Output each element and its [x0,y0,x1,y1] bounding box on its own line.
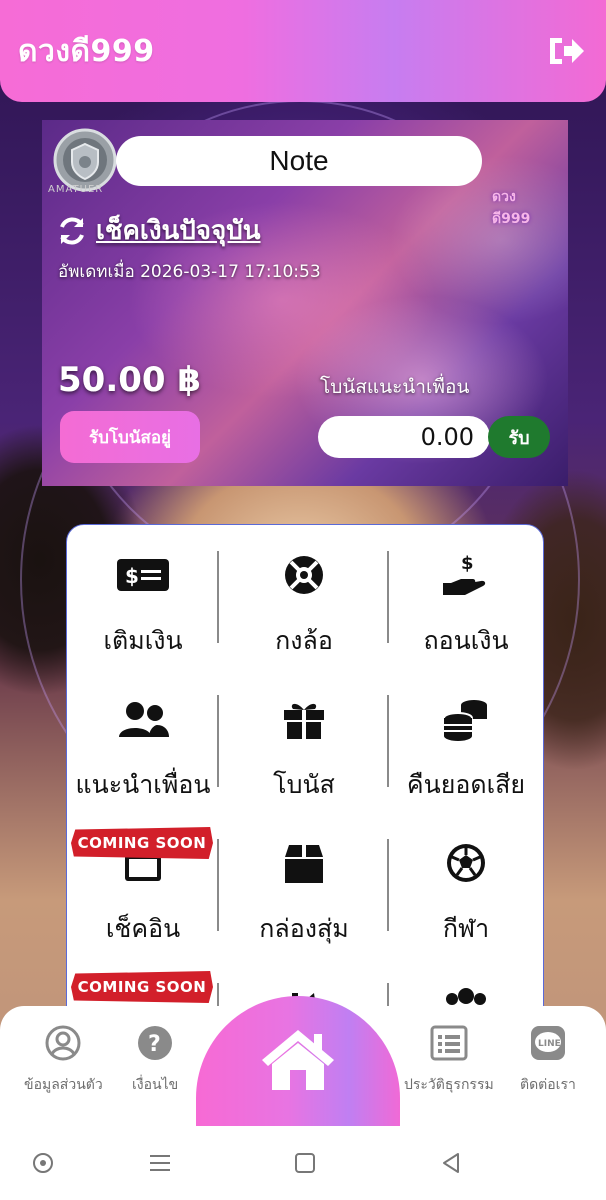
list-alt-icon [430,1025,468,1061]
nav-terms[interactable]: ? เงื่อนไข [132,1024,178,1096]
claim-bonus-button[interactable]: รับโบนัสอยู่ [60,411,200,463]
home-icon [262,1030,334,1090]
check-balance-link[interactable]: เช็คเงินปัจจุบัน [56,210,261,251]
nav-contact-label: ติดต่อเรา [520,1077,576,1093]
assistant-button-icon[interactable] [32,1152,54,1174]
menu-item-label: กล่องสุ่ม [259,914,349,943]
menu-grid: $ เติมเงิน กงล้อ $ ถอนเงิน แนะนำเพื่อน โ… [67,531,543,1043]
wallet-card: AMATUER Note ดวงดี999 เช็คเงินปัจจุบัน อ… [42,120,568,486]
menu-item-label: กีฬา [442,914,490,943]
menu-item-checkin[interactable]: COMING SOON เช็คอิน [67,819,219,963]
menu-item-label: กงล้อ [275,626,333,655]
nav-history-label: ประวัติธุรกรรม [404,1077,494,1093]
menu-item-refer-friend[interactable]: แนะนำเพื่อน [67,675,219,819]
gift-icon [274,695,334,743]
logout-button[interactable] [544,31,588,71]
note-box[interactable]: Note [116,136,482,186]
receive-button[interactable]: รับ [488,416,550,458]
logout-icon [550,38,584,64]
check-balance-label: เช็คเงินปัจจุบัน [96,216,261,246]
referral-bonus-label: โบนัสแนะนำเพื่อน [320,376,470,398]
nav-history[interactable]: ประวัติธุรกรรม [404,1024,494,1096]
svg-text:$: $ [461,553,474,574]
nav-terms-label: เงื่อนไข [132,1077,179,1093]
money-bill-icon: $ [113,551,173,599]
menu-item-deposit[interactable]: $ เติมเงิน [67,531,219,675]
card-brand-mark: ดวงดี999 [492,189,531,227]
coming-soon-badge: COMING SOON [71,827,213,859]
coins-icon [436,695,496,743]
menu-item-cashback[interactable]: คืนยอดเสีย [389,675,543,819]
updated-timestamp: อัพเดทเมื่อ 2026-03-17 17:10:53 [58,262,321,282]
app-header: ดวงดี999 [0,0,606,102]
users-icon [113,695,173,743]
menu-item-withdraw[interactable]: $ ถอนเงิน [389,531,543,675]
balance-amount: 50.00 ฿ [58,360,202,400]
system-nav-bar [0,1132,606,1200]
back-icon[interactable] [440,1152,462,1174]
referral-amount-field: 0.00 [318,416,490,458]
menu-item-bonus[interactable]: โบนัส [219,675,389,819]
menu-item-label: ถอนเงิน [423,626,509,655]
rank-label: AMATUER [48,184,104,195]
brand-logo[interactable]: ดวงดี999 [18,28,155,75]
menu-item-label: แนะนำเพื่อน [75,770,211,799]
line-app-icon: LINE [530,1026,565,1060]
svg-text:$: $ [125,564,139,588]
menu-item-label: คืนยอดเสีย [406,770,526,799]
menu-item-mystery-box[interactable]: กล่องสุ่ม [219,819,389,963]
menu-item-label: เติมเงิน [103,626,183,655]
soccer-ball-icon [436,839,496,887]
nav-contact[interactable]: LINE ติดต่อเรา [520,1024,576,1096]
box-icon [274,839,334,887]
coming-soon-badge: COMING SOON [71,971,213,1003]
menu-item-sports[interactable]: กีฬา [389,819,543,963]
recent-apps-icon[interactable] [148,1152,172,1174]
menu-panel: $ เติมเงิน กงล้อ $ ถอนเงิน แนะนำเพื่อน โ… [66,524,544,1044]
user-circle-icon [45,1025,81,1061]
menu-item-label: โบนัส [273,770,335,799]
nav-profile-label: ข้อมูลส่วนตัว [24,1077,103,1093]
menu-item-wheel[interactable]: กงล้อ [219,531,389,675]
svg-text:LINE: LINE [538,1039,561,1049]
nav-profile[interactable]: ข้อมูลส่วนตัว [24,1024,103,1096]
life-ring-icon [274,551,334,599]
hand-holding-dollar-icon: $ [436,551,496,599]
refresh-icon [60,217,84,244]
svg-text:?: ? [148,1032,161,1057]
home-system-icon[interactable] [294,1152,316,1174]
question-circle-icon: ? [138,1026,173,1060]
menu-item-label: เช็คอิน [105,914,181,943]
